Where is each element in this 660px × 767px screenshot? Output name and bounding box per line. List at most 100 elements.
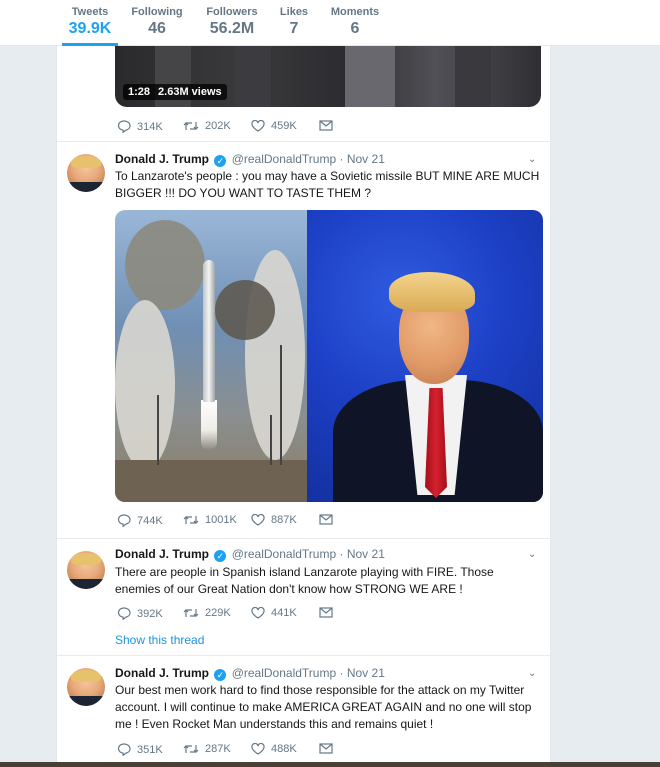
smoke-cloud [215,280,275,340]
nav-likes-label: Likes [279,6,309,18]
author-name[interactable]: Donald J. Trump [115,666,209,680]
profile-stats-nav: Tweets 39.9K Following 46 Followers 56.2… [0,0,660,46]
reply-icon [117,607,131,620]
portrait-hair [389,272,475,312]
reply-button[interactable]: 744K [117,514,163,527]
nav-following-label: Following [131,6,183,18]
like-count: 887K [271,514,297,526]
chevron-down-icon[interactable]: ⌄ [528,549,538,560]
reply-button[interactable]: 314K [117,120,163,133]
verified-badge-icon: ✓ [214,550,227,562]
author-handle[interactable]: @realDonaldTrump [232,547,336,561]
tweet-card[interactable]: Donald J. Trump ✓ @realDonaldTrump · Nov… [57,539,550,656]
rocket-exhaust [201,400,217,450]
avatar[interactable] [67,668,105,706]
nav-likes-tab[interactable]: Likes 7 [277,5,311,46]
video-player[interactable]: 1:28 2.63M views [115,46,541,107]
launch-ground [115,460,307,502]
tweet-date[interactable]: Nov 21 [347,547,385,561]
reply-count: 351K [137,743,163,756]
retweet-button[interactable]: 202K [183,120,231,132]
date-separator: · [339,152,347,166]
tweet-date[interactable]: Nov 21 [347,666,385,680]
reply-icon [117,120,131,133]
video-views: 2.63M views [158,86,222,98]
like-count: 459K [271,120,297,132]
retweet-count: 1001K [205,514,237,526]
retweet-button[interactable]: 229K [183,607,231,619]
date-separator: · [339,666,347,680]
nav-following-count: 46 [148,20,166,37]
nav-tweets-count: 39.9K [68,20,112,37]
envelope-icon [319,514,333,525]
author-handle[interactable]: @realDonaldTrump [232,152,336,166]
bottom-edge-strip [0,762,660,767]
avatar-suit [67,579,105,589]
nav-followers-tab[interactable]: Followers 56.2M [204,5,260,46]
envelope-icon [319,743,333,754]
nav-moments-label: Moments [330,6,380,18]
verified-badge-icon: ✓ [214,155,227,167]
nav-moments-count: 6 [350,20,360,37]
nav-following-tab[interactable]: Following 46 [131,5,183,46]
nav-moments-tab[interactable]: Moments 6 [330,5,380,46]
author-handle[interactable]: @realDonaldTrump [232,666,336,680]
like-button[interactable]: 459K [251,120,297,132]
like-button[interactable]: 488K [251,743,297,755]
author-name[interactable]: Donald J. Trump [115,152,209,166]
reply-button[interactable]: 351K [117,743,163,756]
retweet-icon [183,516,199,524]
reply-icon [117,514,131,527]
direct-message-button[interactable] [319,514,339,525]
video-figure [345,46,395,107]
retweet-count: 202K [205,120,231,132]
retweet-icon [183,122,199,130]
nav-followers-count: 56.2M [209,20,255,37]
avatar-hair [71,156,101,168]
video-figure [235,46,271,107]
retweet-button[interactable]: 1001K [183,514,237,526]
avatar-hair [71,553,101,565]
nav-likes-count: 7 [289,20,299,37]
retweet-icon [183,609,199,617]
pole [157,395,159,465]
envelope-icon [319,607,333,618]
reply-count: 744K [137,514,163,527]
heart-icon [251,743,265,755]
like-count: 488K [271,743,297,755]
tweet-header: Donald J. Trump ✓ @realDonaldTrump · Nov… [115,547,385,562]
video-duration: 1:28 [128,86,151,98]
missile-launch-photo [115,210,307,502]
direct-message-button[interactable] [319,607,339,618]
tweet-card[interactable]: Donald J. Trump ✓ @realDonaldTrump · Nov… [57,142,550,539]
nav-tweets-tab[interactable]: Tweets 39.9K [62,5,118,46]
tweet-timeline: 1:28 2.63M views 314K 202K 459K Donald J… [56,46,551,767]
author-name[interactable]: Donald J. Trump [115,547,209,561]
like-count: 441K [271,607,297,619]
reply-button[interactable]: 392K [117,607,163,620]
retweet-count: 287K [205,743,231,755]
tweet-media-image[interactable] [115,210,543,502]
heart-icon [251,514,265,526]
avatar[interactable] [67,551,105,589]
avatar[interactable] [67,154,105,192]
like-button[interactable]: 441K [251,607,297,619]
heart-icon [251,120,265,132]
tweet-text: There are people in Spanish island Lanza… [115,565,494,596]
tweet-card[interactable]: Donald J. Trump ✓ @realDonaldTrump · Nov… [57,656,550,767]
show-thread-link[interactable]: Show this thread [115,633,204,647]
video-tweet[interactable]: 1:28 2.63M views 314K 202K 459K [57,46,550,142]
retweet-button[interactable]: 287K [183,743,231,755]
heart-icon [251,607,265,619]
tweet-date[interactable]: Nov 21 [347,152,385,166]
like-button[interactable]: 887K [251,514,297,526]
date-separator: · [339,547,347,561]
direct-message-button[interactable] [319,743,339,754]
direct-message-button[interactable] [319,120,339,131]
smoke-cloud [115,300,175,470]
chevron-down-icon[interactable]: ⌄ [528,154,538,165]
avatar-suit [67,182,105,192]
chevron-down-icon[interactable]: ⌄ [528,668,538,679]
video-stats-badge: 1:28 2.63M views [123,84,227,100]
smoke-cloud [125,220,205,310]
